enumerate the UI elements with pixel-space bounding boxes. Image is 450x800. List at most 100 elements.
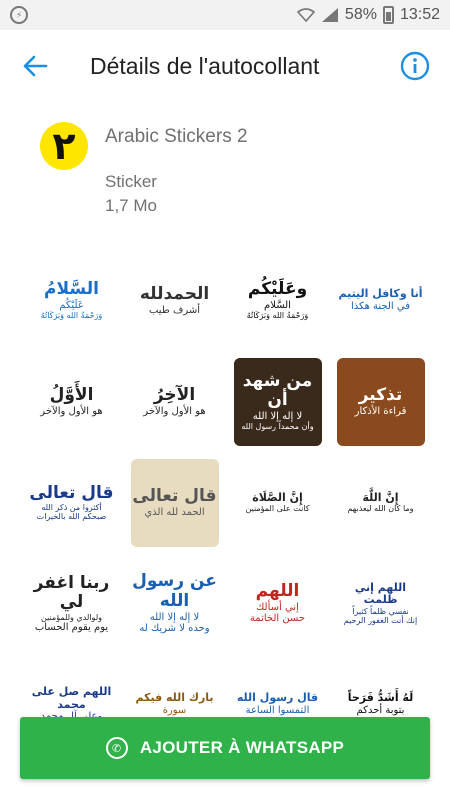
sticker-text: قال رسول الله xyxy=(236,691,319,705)
sticker-text: اللهم xyxy=(255,581,300,602)
sticker-text: هو الأول والآخر xyxy=(40,405,103,417)
back-arrow-icon xyxy=(23,55,48,77)
sticker-text: لَهُ أَشَدُّ فَرَحاً xyxy=(347,691,414,705)
sticker-text: اللهم صل على محمد xyxy=(31,685,112,711)
info-button[interactable] xyxy=(380,30,450,102)
sticker-image: الحمدلله أشرف طيب xyxy=(130,256,219,345)
pack-logo: ٢ xyxy=(40,122,88,170)
sticker-text: التمسوا الساعة xyxy=(245,705,310,717)
sticker-text: وَرَحْمَةُ الله وَبَرَكَاتُهُ xyxy=(40,311,103,321)
sticker-text: اللهم إني ظلمت xyxy=(354,580,407,607)
sticker-text: الأَوَّلُ xyxy=(49,384,94,405)
sticker-text: أنا وكافل اليتيم xyxy=(338,287,423,301)
sticker-text: ربنا اغفر لي xyxy=(33,572,110,613)
sticker-image: قال تعالى أكثروا من ذكر الله صبحكم الله با… xyxy=(27,458,116,547)
sticker-text: تذكير xyxy=(358,384,403,405)
sticker-text: سورة xyxy=(162,705,187,717)
page-title: Détails de l'autocollant xyxy=(90,52,320,79)
sticker-text: إنك أنت الغفور الرحيم xyxy=(343,616,418,626)
sticker-image: إِنَّ اللَّهَ وما كان الله ليعذبهم xyxy=(336,458,425,547)
sticker-item[interactable]: قال تعالى أكثروا من ذكر الله صبحكم الله با… xyxy=(20,452,123,553)
sticker-text: نفسي ظلماً كثيراً xyxy=(352,606,409,616)
sticker-text: السَّلام xyxy=(264,299,291,311)
sticker-text: إني أسألك xyxy=(256,601,299,613)
sticker-text: يوم يقوم الحساب xyxy=(34,621,109,633)
sticker-text: عن رسول الله xyxy=(132,571,217,611)
sticker-item[interactable]: إِنَّ الصَّلَاة كانت على المؤمنين xyxy=(226,452,329,553)
sticker-text: بتوبة أحدكم xyxy=(356,705,405,717)
sticker-text: الآخِرُ xyxy=(153,384,196,405)
sticker-text: عَلَيْكُم xyxy=(59,299,84,311)
sticker-item[interactable]: اللهم إني ظلمت نفسي ظلماً كثيراً إنك أنت ا… xyxy=(329,553,432,654)
sticker-text: وأن محمداً رسول الله xyxy=(241,422,314,432)
pack-name: Arabic Stickers 2 xyxy=(105,126,248,147)
sticker-item[interactable]: الحمدلله أشرف طيب xyxy=(123,250,226,351)
pack-size: 1,7 Mo xyxy=(105,196,157,215)
sticker-item[interactable]: تذكير قراءة الأذكار xyxy=(329,351,432,452)
sticker-item[interactable]: ربنا اغفر لي ولوالدي وللمؤمنين يوم يقوم ال… xyxy=(20,553,123,654)
sticker-item[interactable]: عن رسول الله لا إله إلا الله وحده لا شريك … xyxy=(123,553,226,654)
sticker-image: السَّلامُ عَلَيْكُم وَرَحْمَةُ الله وَبَرَ… xyxy=(27,256,116,345)
app-bar: Détails de l'autocollant xyxy=(0,30,450,102)
sticker-item[interactable]: الآخِرُ هو الأول والآخر xyxy=(123,351,226,452)
add-to-whatsapp-button[interactable]: ✆ AJOUTER À WHATSAPP xyxy=(20,717,430,779)
sticker-text: إِنَّ الصَّلَاة xyxy=(252,490,303,504)
sticker-text: الحمدلله xyxy=(139,283,210,304)
sticker-image: الأَوَّلُ هو الأول والآخر xyxy=(27,357,116,446)
sticker-item[interactable]: إِنَّ اللَّهَ وما كان الله ليعذبهم xyxy=(329,452,432,553)
pack-type: Sticker xyxy=(105,172,157,191)
sticker-text: بارك الله فيكم xyxy=(135,691,214,705)
sticker-image: أنا وكافل اليتيم في الجنة هكذا xyxy=(336,256,425,345)
sticker-image: الآخِرُ هو الأول والآخر xyxy=(130,357,219,446)
sticker-image: تذكير قراءة الأذكار xyxy=(336,357,425,446)
whatsapp-icon: ✆ xyxy=(105,737,128,759)
add-to-whatsapp-label: AJOUTER À WHATSAPP xyxy=(139,738,345,757)
sticker-text: أكثروا من ذكر الله xyxy=(41,503,102,513)
sticker-text: من شهد أن xyxy=(242,370,313,411)
sticker-text: إِنَّ اللَّهَ xyxy=(362,490,399,504)
sticker-text: كانت على المؤمنين xyxy=(245,504,310,514)
sticker-text: وعَلَيْكُم xyxy=(247,279,308,300)
info-icon xyxy=(400,51,430,81)
clock: 13:52 xyxy=(399,6,440,23)
sticker-item[interactable]: اللهم إني أسألك حسن الخاتمة xyxy=(226,553,329,654)
sticker-image: اللهم إني أسألك حسن الخاتمة xyxy=(233,559,322,648)
sticker-text: الحمد لله الذي xyxy=(144,506,205,518)
battery-icon xyxy=(382,6,394,24)
sticker-item[interactable]: قال تعالى الحمد لله الذي xyxy=(123,452,226,553)
sticker-item[interactable]: وعَلَيْكُم السَّلام وَرَحْمَةُ الله وَبَرَ… xyxy=(226,250,329,351)
signal-icon xyxy=(321,8,338,22)
sticker-text: وَرَحْمَةُ الله وَبَرَكَاتُهُ xyxy=(246,311,309,321)
sticker-text: وحده لا شريك له xyxy=(139,623,210,635)
sticker-text: في الجنة هكذا xyxy=(351,301,410,313)
sticker-pack-details: ٢ Arabic Stickers 2 Sticker 1,7 Mo xyxy=(40,122,420,222)
back-button[interactable] xyxy=(0,30,70,102)
status-bar: ⚡ 58% 13:52 xyxy=(0,0,450,30)
sticker-item[interactable]: السَّلامُ عَلَيْكُم وَرَحْمَةُ الله وَبَرَ… xyxy=(20,250,123,351)
wifi-icon xyxy=(296,8,315,23)
sticker-image: عن رسول الله لا إله إلا الله وحده لا شريك … xyxy=(130,559,219,648)
sticker-text: قال تعالى xyxy=(132,485,217,506)
sticker-image: ربنا اغفر لي ولوالدي وللمؤمنين يوم يقوم ال… xyxy=(27,559,116,648)
sticker-grid: السَّلامُ عَلَيْكُم وَرَحْمَةُ الله وَبَرَ… xyxy=(20,250,432,755)
sticker-text: أشرف طيب xyxy=(148,304,200,316)
sticker-item[interactable]: الأَوَّلُ هو الأول والآخر xyxy=(20,351,123,452)
messenger-icon: ⚡ xyxy=(10,6,28,24)
sticker-text: السَّلامُ xyxy=(44,279,99,300)
sticker-image: وعَلَيْكُم السَّلام وَرَحْمَةُ الله وَبَرَ… xyxy=(233,256,322,345)
sticker-text: هو الأول والآخر xyxy=(143,405,206,417)
sticker-item[interactable]: أنا وكافل اليتيم في الجنة هكذا xyxy=(329,250,432,351)
sticker-image: إِنَّ الصَّلَاة كانت على المؤمنين xyxy=(233,458,322,547)
sticker-image: قال تعالى الحمد لله الذي xyxy=(130,458,219,547)
sticker-text: صبحكم الله بالخيرات xyxy=(36,512,107,522)
battery-percent: 58% xyxy=(344,6,377,23)
sticker-text: قال تعالى xyxy=(29,482,114,503)
sticker-text: لا إله إلا الله xyxy=(149,611,200,623)
sticker-text: لا إله إلا الله xyxy=(252,410,303,422)
sticker-text: ولوالدي وللمؤمنين xyxy=(40,612,102,622)
sticker-image: من شهد أن لا إله إلا الله وأن محمداً رسول … xyxy=(233,357,322,446)
sticker-text: وما كان الله ليعذبهم xyxy=(347,504,414,514)
sticker-item[interactable]: من شهد أن لا إله إلا الله وأن محمداً رسول … xyxy=(226,351,329,452)
sticker-text: حسن الخاتمة xyxy=(249,613,306,625)
sticker-text: قراءة الأذكار xyxy=(354,405,407,417)
